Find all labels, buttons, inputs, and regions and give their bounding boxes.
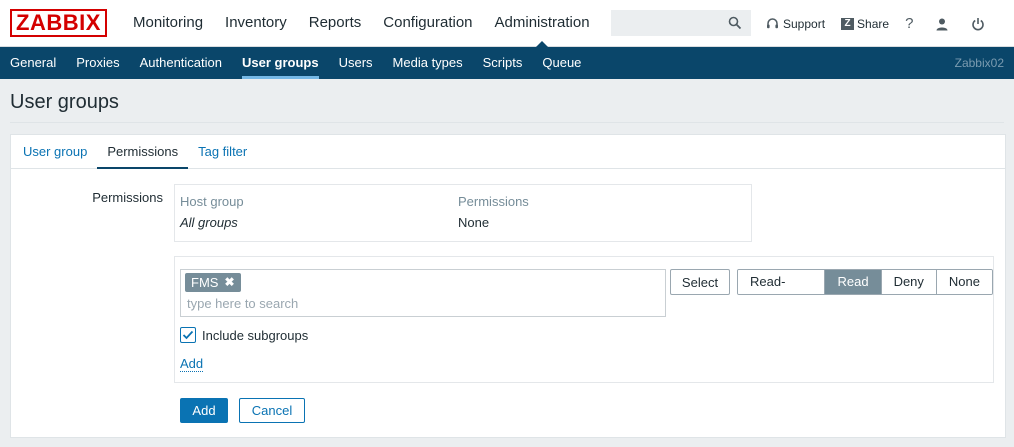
support-label: Support	[783, 16, 826, 31]
permissions-field-label: Permissions	[92, 190, 163, 205]
share-link[interactable]: Z Share	[841, 17, 889, 31]
user-icon[interactable]	[935, 17, 949, 31]
page-title: User groups	[10, 91, 119, 113]
permission-option-read-write[interactable]: Read-write	[738, 270, 826, 294]
add-permission-link[interactable]: Add	[180, 356, 204, 372]
checkmark-icon	[182, 330, 194, 340]
main-nav-inventory[interactable]: Inventory	[214, 0, 298, 47]
host-group-multiselect[interactable]: FMS ✖	[180, 269, 666, 317]
include-subgroups-row[interactable]: Include subgroups	[180, 327, 308, 343]
main-nav: Monitoring Inventory Reports Configurati…	[122, 0, 601, 48]
search-input[interactable]	[612, 11, 722, 35]
search-icon[interactable]	[728, 16, 742, 33]
selected-group-chip: FMS ✖	[185, 273, 241, 292]
title-divider	[10, 122, 1004, 123]
sub-nav-general[interactable]: General	[0, 47, 66, 79]
form-panel: User group Permissions Tag filter Permis…	[10, 134, 1006, 438]
sub-nav: General Proxies Authentication User grou…	[0, 47, 1014, 79]
main-nav-reports[interactable]: Reports	[298, 0, 373, 47]
permission-option-none[interactable]: None	[936, 270, 992, 294]
main-nav-monitoring[interactable]: Monitoring	[122, 0, 214, 47]
permission-option-deny[interactable]: Deny	[881, 270, 937, 294]
column-header-host-group: Host group	[180, 194, 244, 209]
include-subgroups-label: Include subgroups	[202, 327, 309, 343]
add-button[interactable]: Add	[180, 398, 228, 423]
tab-tag-filter[interactable]: Tag filter	[188, 135, 257, 168]
cancel-button[interactable]: Cancel	[239, 398, 305, 423]
sub-nav-user-groups[interactable]: User groups	[232, 47, 329, 79]
form-tabs: User group Permissions Tag filter	[11, 135, 1005, 169]
select-button[interactable]: Select	[670, 269, 730, 295]
add-permission-box: FMS ✖ Select Read-write Read Deny None I…	[174, 256, 994, 383]
support-link[interactable]: Support	[766, 17, 825, 31]
sub-nav-queue[interactable]: Queue	[532, 47, 591, 79]
global-search	[611, 10, 751, 36]
share-icon: Z	[841, 17, 855, 30]
main-nav-administration[interactable]: Administration	[484, 0, 601, 48]
permission-option-read[interactable]: Read	[825, 270, 882, 294]
chip-label: FMS	[191, 275, 219, 290]
tab-permissions[interactable]: Permissions	[97, 135, 188, 169]
permissions-table: Host group Permissions All groups None	[174, 184, 752, 242]
column-header-permissions: Permissions	[458, 194, 529, 209]
tab-user-group[interactable]: User group	[13, 135, 97, 168]
row-permission: None	[458, 215, 490, 230]
zabbix-logo[interactable]: ZABBIX	[10, 9, 107, 37]
power-icon[interactable]	[971, 17, 985, 31]
headset-icon	[767, 18, 778, 29]
sub-nav-authentication[interactable]: Authentication	[130, 47, 232, 79]
chip-remove-icon[interactable]: ✖	[224, 273, 234, 292]
server-name: Zabbix02	[954, 56, 1004, 70]
help-button[interactable]: ?	[905, 15, 913, 32]
host-group-search-input[interactable]	[187, 296, 487, 311]
top-bar: ZABBIX Monitoring Inventory Reports Conf…	[0, 0, 1014, 48]
sub-nav-users[interactable]: Users	[329, 47, 383, 79]
sub-nav-media-types[interactable]: Media types	[383, 47, 473, 79]
share-label: Share	[857, 16, 890, 31]
permission-level-radio: Read-write Read Deny None	[737, 269, 993, 295]
sub-nav-proxies[interactable]: Proxies	[66, 47, 129, 79]
main-nav-configuration[interactable]: Configuration	[372, 0, 483, 47]
sub-nav-scripts[interactable]: Scripts	[473, 47, 533, 79]
top-links: Support Z Share ?	[766, 0, 985, 47]
include-subgroups-checkbox[interactable]	[180, 327, 196, 343]
row-host-group: All groups	[180, 215, 238, 230]
